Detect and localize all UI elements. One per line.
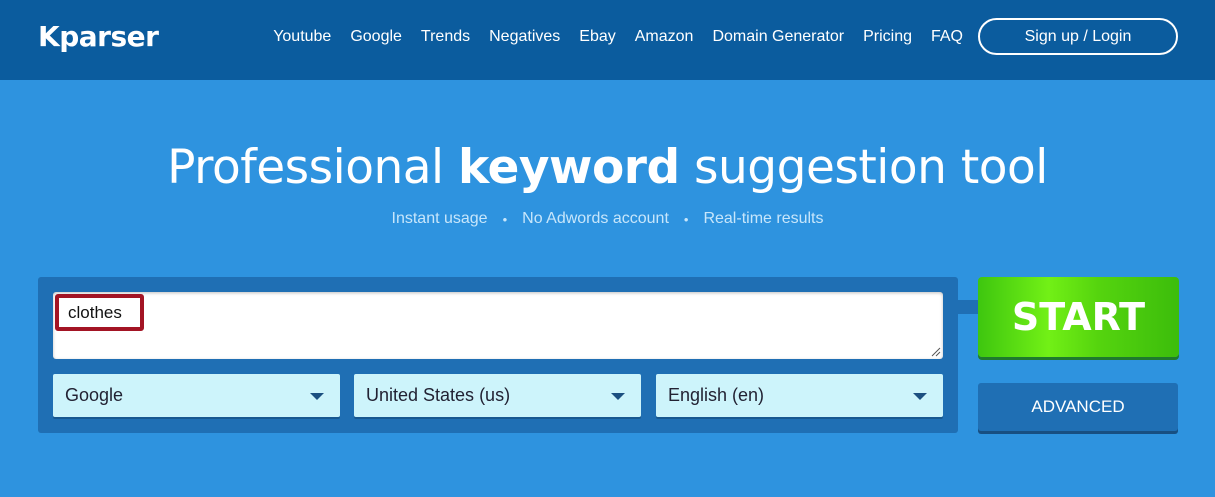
feature-instant-usage: Instant usage (391, 210, 488, 227)
source-select[interactable]: Google (53, 374, 340, 417)
language-select[interactable]: English (en) (656, 374, 943, 417)
country-select[interactable]: United States (us) (354, 374, 641, 417)
signup-login-button[interactable]: Sign up / Login (978, 18, 1178, 55)
nav-link-domain-generator[interactable]: Domain Generator (712, 28, 844, 46)
country-select-value: United States (us) (366, 385, 511, 405)
nav-link-google[interactable]: Google (350, 28, 402, 46)
title-suffix: suggestion tool (679, 140, 1048, 195)
feature-realtime: Real-time results (703, 210, 824, 227)
feature-separator: • (502, 211, 508, 227)
chevron-down-icon (611, 393, 625, 400)
site-logo[interactable]: Kparser (38, 20, 159, 53)
top-navigation-bar: Kparser Youtube Google Trends Negatives … (0, 0, 1215, 80)
keyword-value-highlight[interactable]: clothes (55, 294, 144, 331)
start-button[interactable]: START (978, 277, 1179, 357)
advanced-button[interactable]: ADVANCED (978, 383, 1178, 431)
nav-link-ebay[interactable]: Ebay (579, 28, 615, 46)
main-nav: Youtube Google Trends Negatives Ebay Ama… (254, 0, 963, 74)
feature-no-adwords: No Adwords account (522, 210, 669, 227)
search-panel: clothes Google United States (us) Englis… (38, 277, 958, 433)
source-select-value: Google (65, 385, 124, 405)
title-prefix: Professional (167, 140, 459, 195)
chevron-down-icon (310, 393, 324, 400)
chevron-down-icon (913, 393, 927, 400)
feature-list: Instant usage • No Adwords account • Rea… (0, 210, 1215, 228)
feature-separator: • (683, 211, 689, 227)
resize-grip-icon[interactable] (931, 347, 941, 357)
nav-link-negatives[interactable]: Negatives (489, 28, 560, 46)
nav-link-trends[interactable]: Trends (421, 28, 470, 46)
language-select-value: English (en) (668, 385, 765, 405)
nav-link-pricing[interactable]: Pricing (863, 28, 912, 46)
title-emphasis: keyword (458, 140, 680, 195)
page-title: Professional keyword suggestion tool (0, 140, 1215, 195)
nav-link-amazon[interactable]: Amazon (635, 28, 694, 46)
nav-link-youtube[interactable]: Youtube (273, 28, 331, 46)
keyword-textarea[interactable]: clothes (53, 292, 943, 359)
nav-link-faq[interactable]: FAQ (931, 28, 963, 46)
